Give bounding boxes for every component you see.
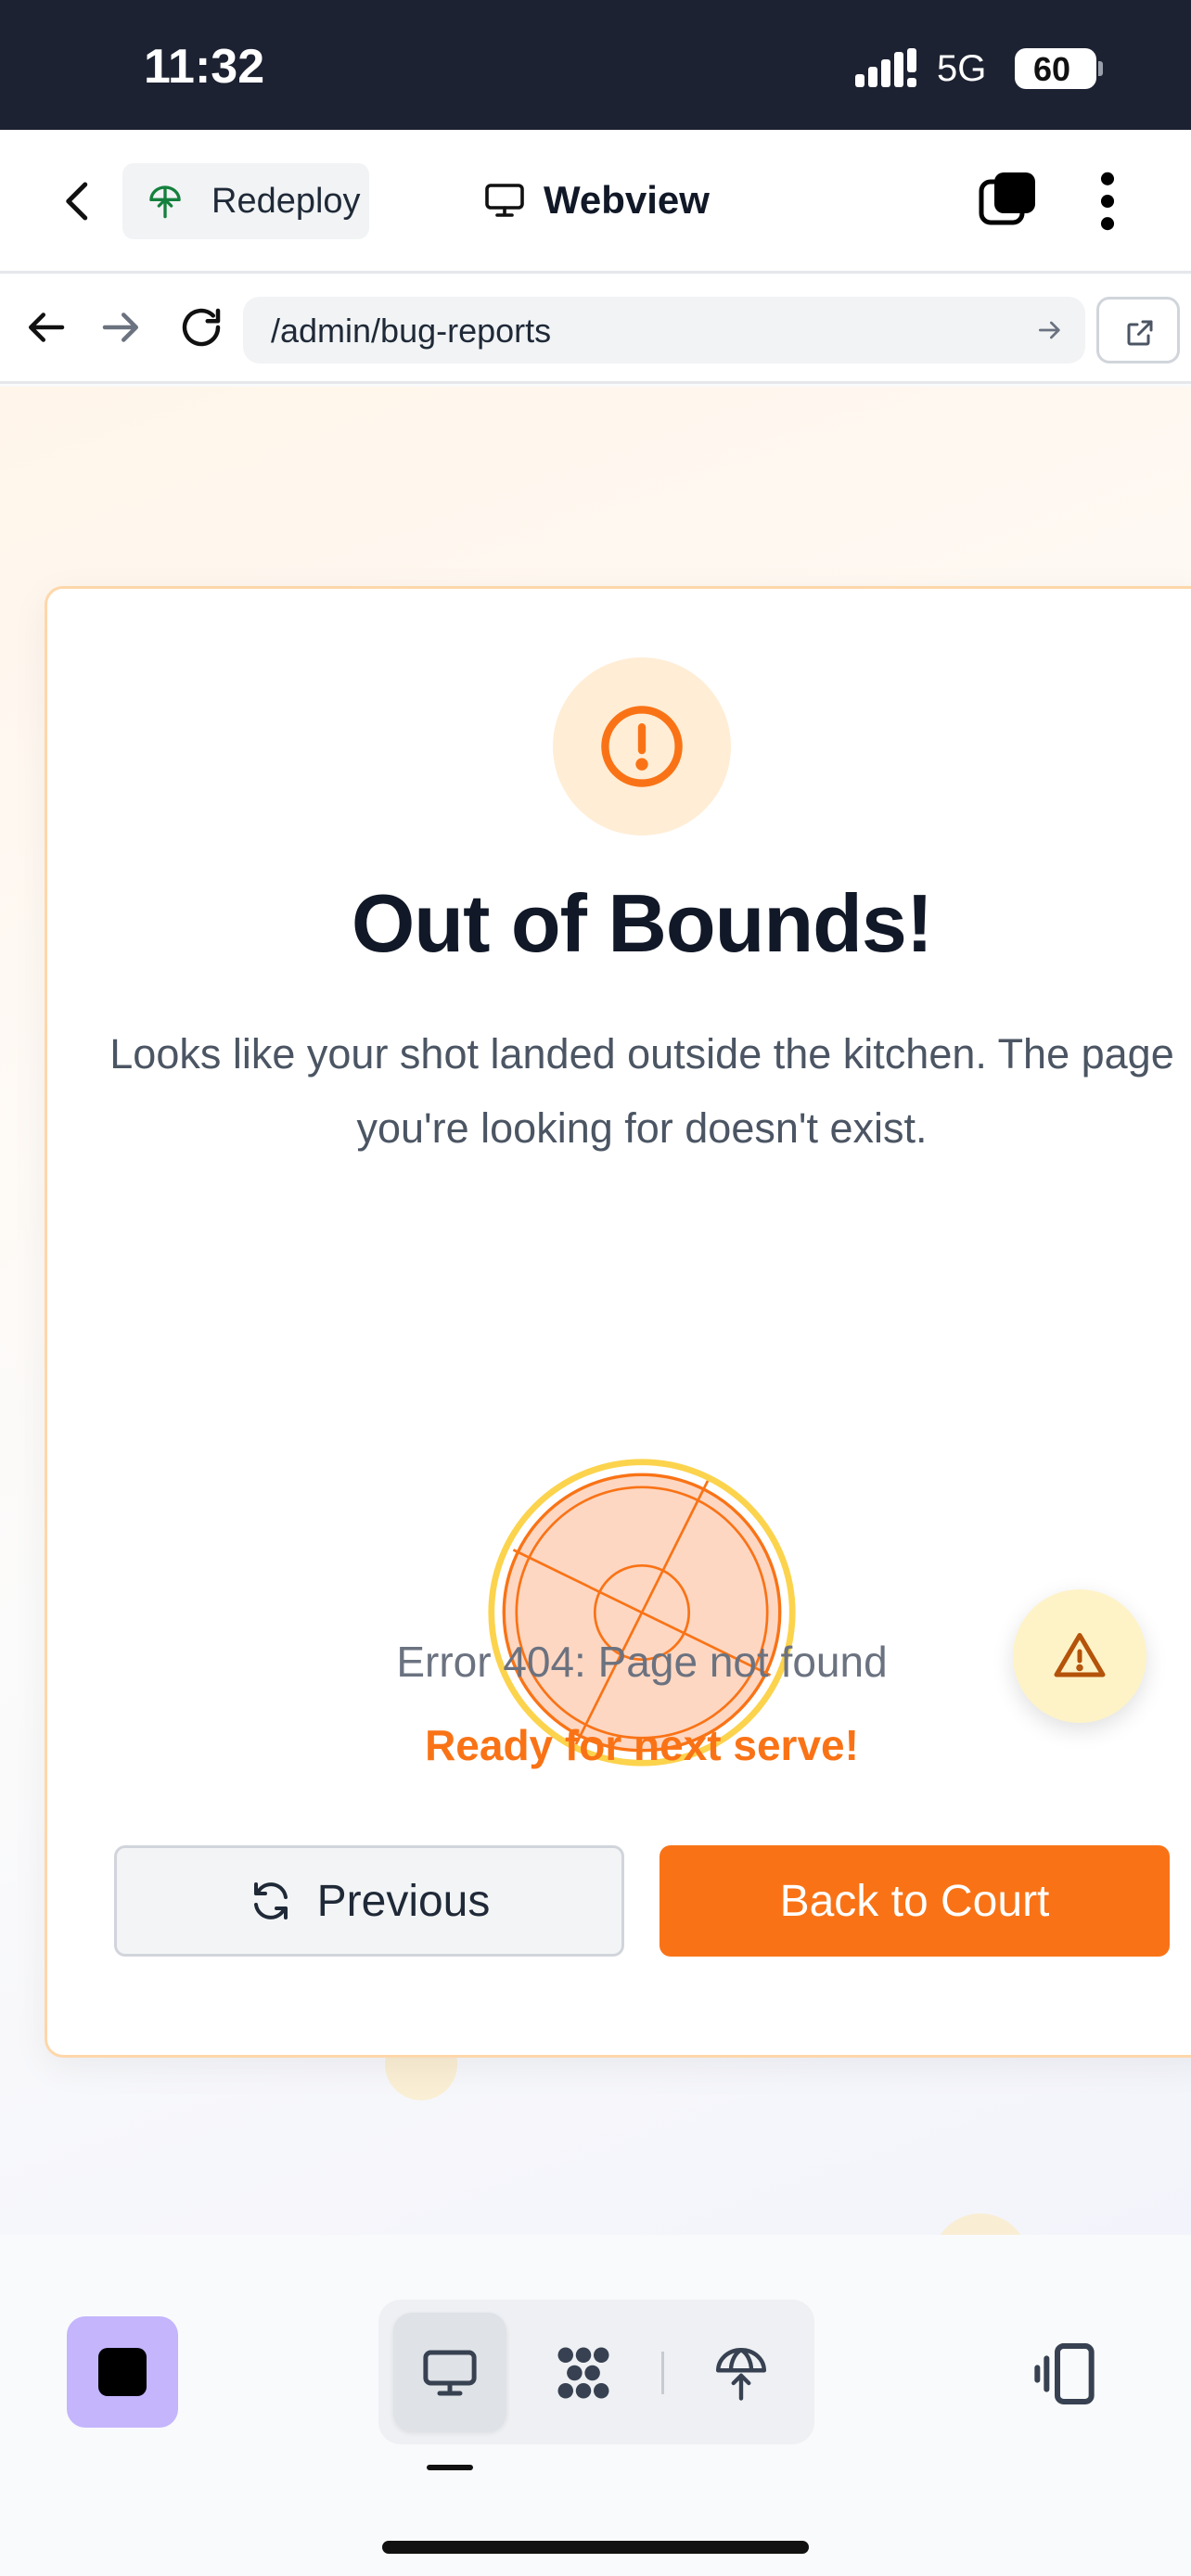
refresh-icon <box>253 1882 288 1919</box>
more-icon[interactable] <box>1087 171 1128 232</box>
mode-divider <box>661 2352 664 2394</box>
previous-label: Previous <box>316 1876 491 1926</box>
back-arrow-icon[interactable] <box>20 302 70 352</box>
battery-level: 60 <box>1032 50 1071 88</box>
error-title: Out of Bounds! <box>351 877 933 969</box>
battery-icon: 60 <box>1015 48 1096 89</box>
warning-icon <box>1054 1633 1106 1677</box>
monitor-icon <box>485 184 524 217</box>
active-mode-indicator <box>427 2465 473 2470</box>
app-header: Redeploy Webview <box>0 130 1191 274</box>
url-text: /admin/bug-reports <box>271 312 552 350</box>
webview-title: Webview <box>482 178 710 223</box>
error-description: Looks like your shot landed outside the … <box>109 1030 1174 1152</box>
redeploy-button[interactable]: Redeploy <box>122 163 369 239</box>
forward-arrow-icon[interactable] <box>96 302 147 352</box>
redeploy-icon <box>149 185 181 219</box>
stop-icon <box>98 2348 147 2396</box>
desktop-view-button[interactable] <box>393 2313 506 2431</box>
back-icon[interactable] <box>54 176 104 226</box>
deploy-icon <box>716 2348 766 2401</box>
tabs-icon[interactable] <box>978 171 1037 230</box>
stop-button[interactable] <box>67 2316 178 2428</box>
signal-icon <box>855 48 916 87</box>
status-bar: 11:32 5G 60 <box>0 0 1191 130</box>
alert-badge <box>553 657 731 835</box>
previous-button[interactable]: Previous <box>114 1845 624 1957</box>
open-external-button[interactable] <box>1096 297 1180 363</box>
error-card: Out of Bounds! Looks like your shot land… <box>45 586 1191 2058</box>
background-ball <box>932 2213 1029 2235</box>
url-field[interactable]: /admin/bug-reports <box>243 297 1085 363</box>
back-to-court-button[interactable]: Back to Court <box>660 1845 1170 1957</box>
ready-message: Ready for next serve! <box>425 1721 859 1769</box>
desktop-icon <box>423 2350 477 2396</box>
web-viewport: Out of Bounds! Looks like your shot land… <box>0 387 1191 2235</box>
battery-tip <box>1098 61 1103 76</box>
nodes-icon <box>557 2347 609 2399</box>
status-time: 11:32 <box>144 40 265 94</box>
alert-circle-icon <box>601 706 683 787</box>
open-external-icon <box>1127 320 1153 346</box>
bottom-toolbar <box>0 2235 1191 2576</box>
deploy-view-button[interactable] <box>685 2313 798 2431</box>
device-icon[interactable] <box>1030 2337 1104 2411</box>
redeploy-label: Redeploy <box>211 181 361 221</box>
view-mode-group <box>378 2300 814 2444</box>
go-arrow-icon[interactable] <box>1035 315 1065 345</box>
browser-bar: /admin/bug-reports <box>0 274 1191 384</box>
reload-icon[interactable] <box>176 302 226 352</box>
nodes-view-button[interactable] <box>527 2313 640 2431</box>
bug-report-button[interactable] <box>1013 1589 1146 1723</box>
network-label: 5G <box>937 48 987 89</box>
page-title: Webview <box>544 178 710 222</box>
back-to-court-label: Back to Court <box>779 1876 1050 1926</box>
home-indicator <box>382 2541 809 2554</box>
